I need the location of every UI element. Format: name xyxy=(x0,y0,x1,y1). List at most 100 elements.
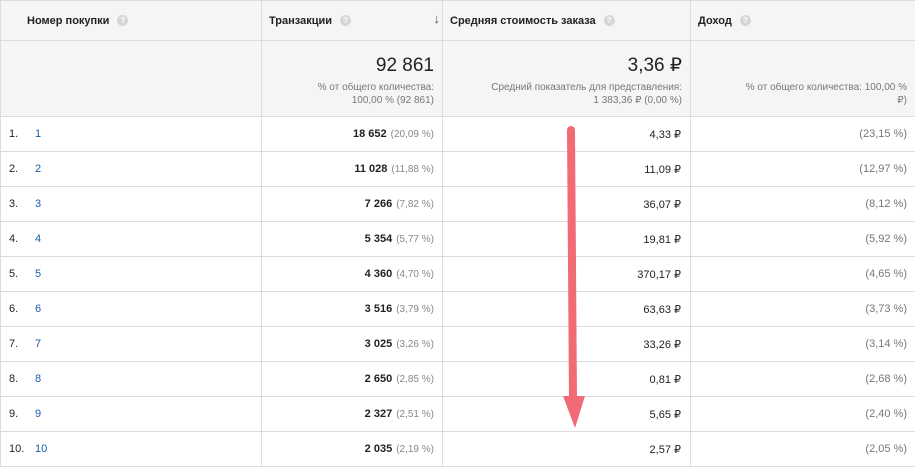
revenue-percent: (2,05 %) xyxy=(865,443,907,455)
row-index: 5. xyxy=(9,268,19,280)
row-index: 10. xyxy=(9,443,25,455)
transactions-cell: 2 650 (2,85 %) xyxy=(261,361,443,397)
revenue-percent: (4,65 %) xyxy=(865,268,907,280)
purchase-number-link[interactable]: 6 xyxy=(35,303,41,315)
column-header-transactions[interactable]: Транзакции? ↓ xyxy=(261,0,443,41)
transactions-percent: (2,85 %) xyxy=(396,374,434,385)
row-index: 2. xyxy=(9,163,19,175)
purchase-number-link[interactable]: 10 xyxy=(35,443,47,455)
revenue-percent: (3,14 %) xyxy=(865,338,907,350)
summary-note: ₽) xyxy=(897,95,907,106)
avg-order-value-cell: 19,81 ₽ xyxy=(442,221,691,257)
purchase-number-cell: 9. 9 xyxy=(0,396,262,432)
transactions-percent: (4,70 %) xyxy=(396,269,434,280)
summary-transactions: 92 861 % от общего количества: 100,00 % … xyxy=(261,40,443,117)
table-row: 5. 5 4 360 (4,70 %) 370,17 ₽ (4,65 %) xyxy=(0,256,915,292)
purchase-number-link[interactable]: 1 xyxy=(35,128,41,140)
transactions-value: 3 516 xyxy=(364,303,393,315)
summary-revenue: % от общего количества: 100,00 % ₽) xyxy=(690,40,915,117)
transactions-value: 3 025 xyxy=(364,338,393,350)
transactions-percent: (2,19 %) xyxy=(396,444,434,455)
purchase-number-link[interactable]: 2 xyxy=(35,163,41,175)
transactions-percent: (7,82 %) xyxy=(396,199,434,210)
revenue-cell: (3,14 %) xyxy=(690,326,915,362)
column-label: Средняя стоимость заказа xyxy=(450,14,596,27)
purchase-number-cell: 7. 7 xyxy=(0,326,262,362)
avg-order-value: 19,81 ₽ xyxy=(643,233,681,246)
purchase-number-cell: 1. 1 xyxy=(0,116,262,152)
revenue-cell: (2,68 %) xyxy=(690,361,915,397)
purchase-number-link[interactable]: 3 xyxy=(35,198,41,210)
purchase-number-link[interactable]: 9 xyxy=(35,408,41,420)
transactions-cell: 4 360 (4,70 %) xyxy=(261,256,443,292)
transactions-percent: (3,79 %) xyxy=(396,304,434,315)
purchase-number-cell: 3. 3 xyxy=(0,186,262,222)
purchase-number-cell: 4. 4 xyxy=(0,221,262,257)
row-index: 3. xyxy=(9,198,19,210)
transactions-value: 7 266 xyxy=(364,198,393,210)
transactions-cell: 5 354 (5,77 %) xyxy=(261,221,443,257)
column-label: Доход xyxy=(698,14,732,27)
table-row: 1. 1 18 652 (20,09 %) 4,33 ₽ (23,15 %) xyxy=(0,116,915,152)
transactions-value: 18 652 xyxy=(352,128,387,140)
revenue-percent: (2,40 %) xyxy=(865,408,907,420)
avg-order-value-cell: 370,17 ₽ xyxy=(442,256,691,292)
summary-avg-order-value: 3,36 ₽ Средний показатель для представле… xyxy=(442,40,691,117)
purchase-number-link[interactable]: 7 xyxy=(35,338,41,350)
transactions-cell: 3 516 (3,79 %) xyxy=(261,291,443,327)
transactions-value: 2 650 xyxy=(364,373,393,385)
purchase-number-link[interactable]: 4 xyxy=(35,233,41,245)
help-icon[interactable]: ? xyxy=(739,14,751,26)
help-icon[interactable]: ? xyxy=(603,14,615,26)
avg-order-value: 63,63 ₽ xyxy=(643,303,681,316)
avg-order-value-cell: 5,65 ₽ xyxy=(442,396,691,432)
sort-descending-icon[interactable]: ↓ xyxy=(434,11,441,26)
report-table: Номер покупки? Транзакции? ↓ Средняя сто… xyxy=(0,0,915,467)
table-row: 10. 10 2 035 (2,19 %) 2,57 ₽ (2,05 %) xyxy=(0,431,915,467)
revenue-cell: (2,40 %) xyxy=(690,396,915,432)
column-label: Транзакции xyxy=(269,14,333,27)
help-icon[interactable]: ? xyxy=(117,14,129,26)
avg-order-value-cell: 63,63 ₽ xyxy=(442,291,691,327)
summary-note: % от общего количества: xyxy=(317,82,434,93)
purchase-number-link[interactable]: 5 xyxy=(35,268,41,280)
avg-order-value: 11,09 ₽ xyxy=(644,163,681,176)
summary-note: % от общего количества: 100,00 % xyxy=(745,82,907,93)
transactions-percent: (5,77 %) xyxy=(396,234,434,245)
revenue-percent: (2,68 %) xyxy=(865,373,907,385)
avg-order-value-cell: 0,81 ₽ xyxy=(442,361,691,397)
transactions-cell: 3 025 (3,26 %) xyxy=(261,326,443,362)
help-icon[interactable]: ? xyxy=(340,14,352,26)
avg-order-value-cell: 11,09 ₽ xyxy=(442,151,691,187)
avg-order-value: 36,07 ₽ xyxy=(643,198,681,211)
table-row: 4. 4 5 354 (5,77 %) 19,81 ₽ (5,92 %) xyxy=(0,221,915,257)
avg-order-value: 0,81 ₽ xyxy=(649,373,681,386)
transactions-cell: 11 028 (11,88 %) xyxy=(261,151,443,187)
revenue-cell: (23,15 %) xyxy=(690,116,915,152)
purchase-number-cell: 8. 8 xyxy=(0,361,262,397)
revenue-percent: (12,97 %) xyxy=(859,163,907,175)
transactions-value: 4 360 xyxy=(364,268,393,280)
column-header-purchase-number[interactable]: Номер покупки? xyxy=(0,0,262,41)
transactions-percent: (20,09 %) xyxy=(390,129,434,140)
row-index: 7. xyxy=(9,338,19,350)
transactions-value: 2 035 xyxy=(364,443,393,455)
column-header-avg-order-value[interactable]: Средняя стоимость заказа? xyxy=(442,0,691,41)
transactions-cell: 2 327 (2,51 %) xyxy=(261,396,443,432)
row-index: 9. xyxy=(9,408,19,420)
summary-note: 1 383,36 ₽ (0,00 %) xyxy=(593,95,682,106)
avg-order-value: 2,57 ₽ xyxy=(649,443,681,456)
transactions-value: 11 028 xyxy=(354,163,388,175)
table-row: 6. 6 3 516 (3,79 %) 63,63 ₽ (3,73 %) xyxy=(0,291,915,327)
revenue-cell: (8,12 %) xyxy=(690,186,915,222)
summary-value: 92 861 xyxy=(375,55,434,76)
purchase-number-link[interactable]: 8 xyxy=(35,373,41,385)
transactions-value: 2 327 xyxy=(364,408,393,420)
summary-row: 92 861 % от общего количества: 100,00 % … xyxy=(0,40,915,117)
column-header-revenue[interactable]: Доход? xyxy=(690,0,915,41)
avg-order-value-cell: 36,07 ₽ xyxy=(442,186,691,222)
purchase-number-cell: 5. 5 xyxy=(0,256,262,292)
summary-value-hidden xyxy=(691,55,907,77)
header-row: Номер покупки? Транзакции? ↓ Средняя сто… xyxy=(0,0,915,41)
transactions-cell: 18 652 (20,09 %) xyxy=(261,116,443,152)
